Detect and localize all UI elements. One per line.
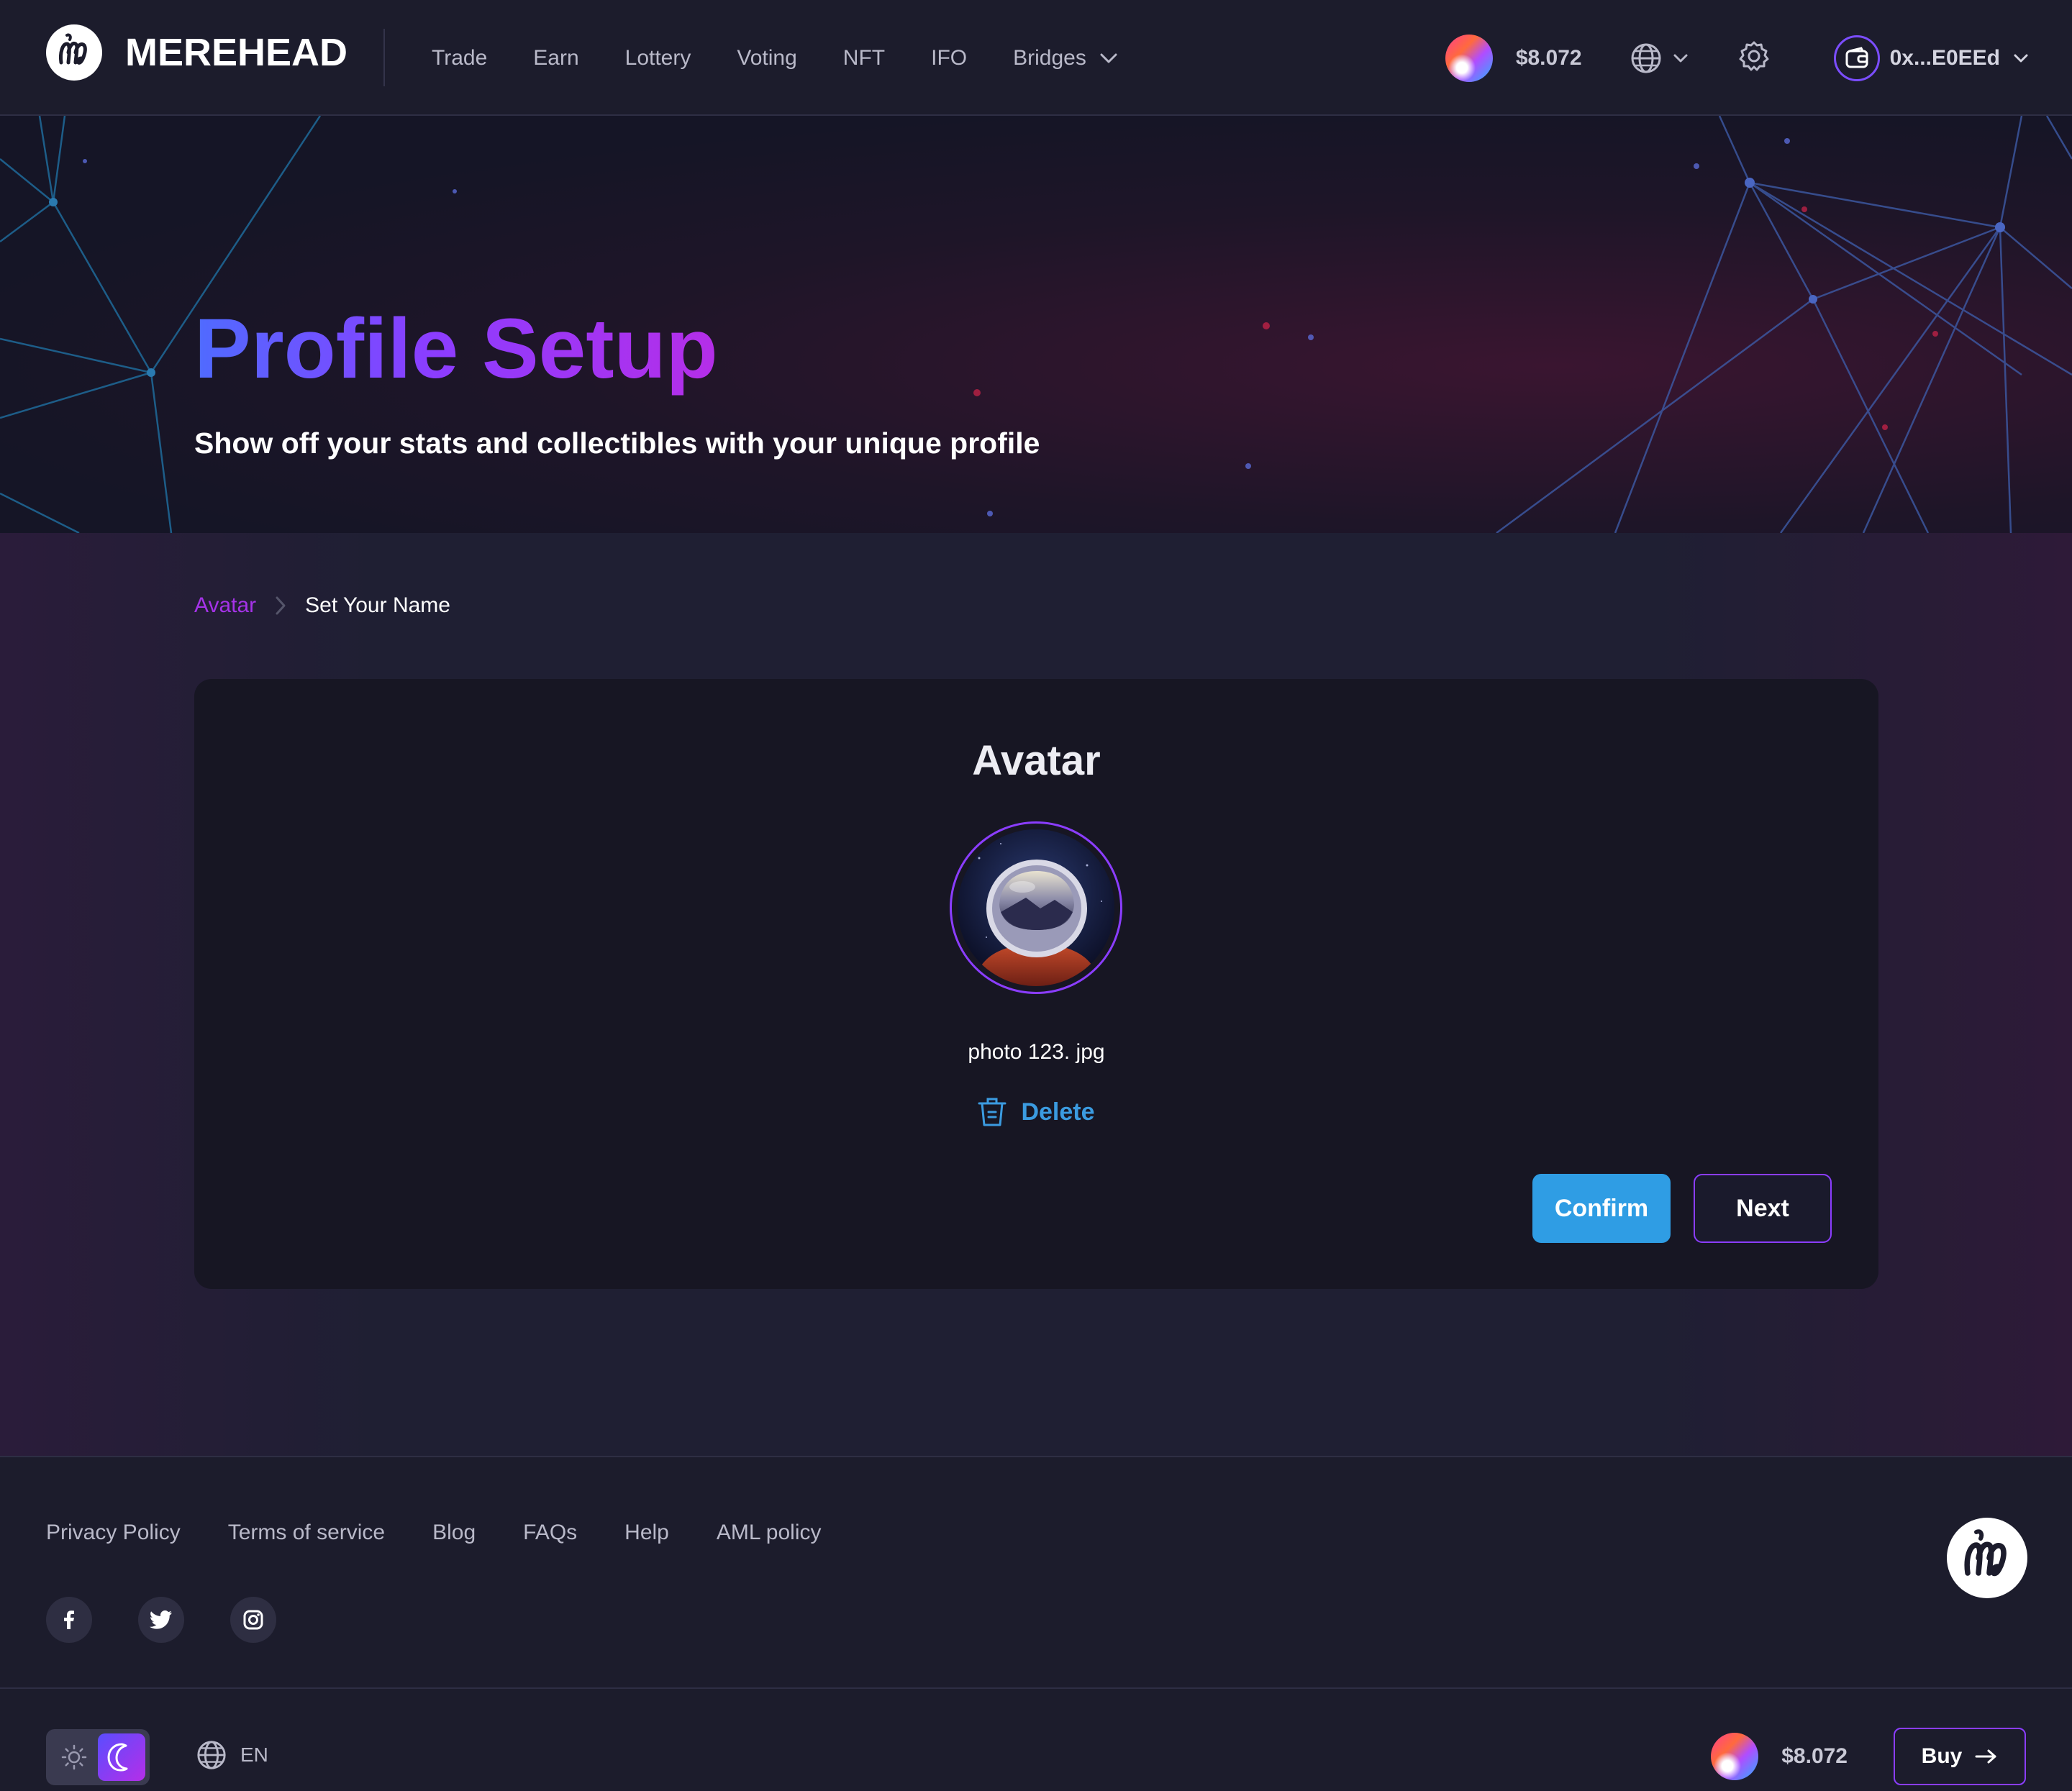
theme-toggle[interactable]	[46, 1729, 150, 1785]
language-selector[interactable]	[1630, 42, 1689, 75]
page-title: Profile Setup	[194, 301, 718, 396]
language-code: EN	[240, 1744, 268, 1766]
token-price: $8.072	[1515, 45, 1582, 70]
settings-button[interactable]	[1737, 40, 1771, 76]
token-icon	[1445, 34, 1493, 82]
chevron-down-icon	[1673, 54, 1688, 62]
chevron-right-icon	[276, 596, 286, 615]
globe-icon	[197, 1741, 226, 1769]
header-right: $8.072 0x...E0EEd	[1445, 0, 2029, 116]
footer: Privacy Policy Terms of service Blog FAQ…	[0, 1456, 2072, 1791]
footer-links: Privacy Policy Terms of service Blog FAQ…	[46, 1521, 868, 1545]
footer-link-aml-policy[interactable]: AML policy	[717, 1521, 822, 1545]
arrow-right-icon	[1975, 1749, 1996, 1764]
footer-token-price: $8.072	[1781, 1744, 1848, 1768]
sun-icon[interactable]	[50, 1733, 98, 1781]
footer-link-help[interactable]: Help	[624, 1521, 669, 1545]
footer-token-panel: $8.072 Buy	[1711, 1728, 2026, 1785]
breadcrumb: Avatar Set Your Name	[194, 593, 450, 618]
nav-label: Bridges	[1013, 45, 1086, 70]
breadcrumb-avatar[interactable]: Avatar	[194, 593, 256, 618]
nav-item-lottery[interactable]: Lottery	[625, 46, 691, 70]
buy-button[interactable]: Buy	[1894, 1728, 2026, 1785]
wallet-address: 0x...E0EEd	[1889, 45, 2000, 70]
nav-item-earn[interactable]: Earn	[533, 46, 578, 70]
trash-icon	[978, 1098, 1007, 1126]
card-title: Avatar	[972, 737, 1101, 784]
brand-logo[interactable]: MEREHEAD	[46, 24, 347, 81]
main-nav: Trade Earn Lottery Voting NFT IFO Bridge…	[432, 0, 1164, 116]
hero-banner: Profile Setup Show off your stats and co…	[0, 116, 2072, 533]
social-links	[46, 1597, 322, 1643]
wallet-icon	[1833, 35, 1880, 81]
nav-label: Voting	[737, 45, 797, 70]
moon-icon[interactable]	[98, 1733, 145, 1781]
facebook-icon[interactable]	[46, 1597, 92, 1643]
next-button[interactable]: Next	[1694, 1174, 1832, 1243]
footer-link-blog[interactable]: Blog	[432, 1521, 476, 1545]
gear-icon	[1739, 41, 1769, 71]
header-divider	[383, 29, 385, 86]
buy-label: Buy	[1921, 1744, 1963, 1768]
token-icon	[1711, 1733, 1759, 1780]
nav-item-bridges[interactable]: Bridges	[1013, 46, 1118, 70]
merehead-logo-icon	[46, 24, 102, 81]
nav-item-trade[interactable]: Trade	[432, 46, 487, 70]
nav-item-ifo[interactable]: IFO	[931, 46, 967, 70]
astronaut-avatar-image	[958, 829, 1114, 986]
nav-label: Earn	[533, 45, 579, 70]
nav-label: NFT	[842, 45, 886, 70]
globe-icon	[1631, 43, 1661, 73]
nav-label: Lottery	[624, 45, 691, 70]
nav-item-nft[interactable]: NFT	[843, 46, 885, 70]
breadcrumb-set-name[interactable]: Set Your Name	[305, 593, 450, 618]
bottom-bar: EN $8.072 Buy	[0, 1687, 2072, 1791]
avatar-card: Avatar photo 123. jpg Delete Confirm Nex…	[194, 679, 1878, 1289]
top-header: MEREHEAD Trade Earn Lottery Voting NFT I…	[0, 0, 2072, 116]
confirm-button[interactable]: Confirm	[1532, 1174, 1671, 1243]
merehead-logo-icon[interactable]	[1947, 1518, 2027, 1598]
avatar[interactable]	[950, 821, 1122, 994]
delete-button[interactable]: Delete	[194, 1096, 1878, 1128]
twitter-icon[interactable]	[138, 1597, 184, 1643]
nav-label: IFO	[931, 45, 968, 70]
avatar-file-name: photo 123. jpg	[968, 1040, 1105, 1064]
nav-label: Trade	[432, 45, 488, 70]
footer-language-selector[interactable]: EN	[196, 1739, 268, 1771]
instagram-icon[interactable]	[230, 1597, 276, 1643]
footer-link-faqs[interactable]: FAQs	[523, 1521, 577, 1545]
brand-name: MEREHEAD	[125, 31, 348, 74]
footer-link-terms[interactable]: Terms of service	[228, 1521, 385, 1545]
delete-label: Delete	[1021, 1098, 1095, 1126]
chevron-down-icon	[2014, 54, 2028, 62]
nav-item-voting[interactable]: Voting	[737, 46, 796, 70]
footer-link-privacy-policy[interactable]: Privacy Policy	[46, 1521, 181, 1545]
wallet-button[interactable]: 0x...E0EEd	[1833, 35, 2029, 81]
page-subtitle: Show off your stats and collectibles wit…	[194, 427, 1040, 460]
chevron-down-icon	[1100, 53, 1117, 63]
